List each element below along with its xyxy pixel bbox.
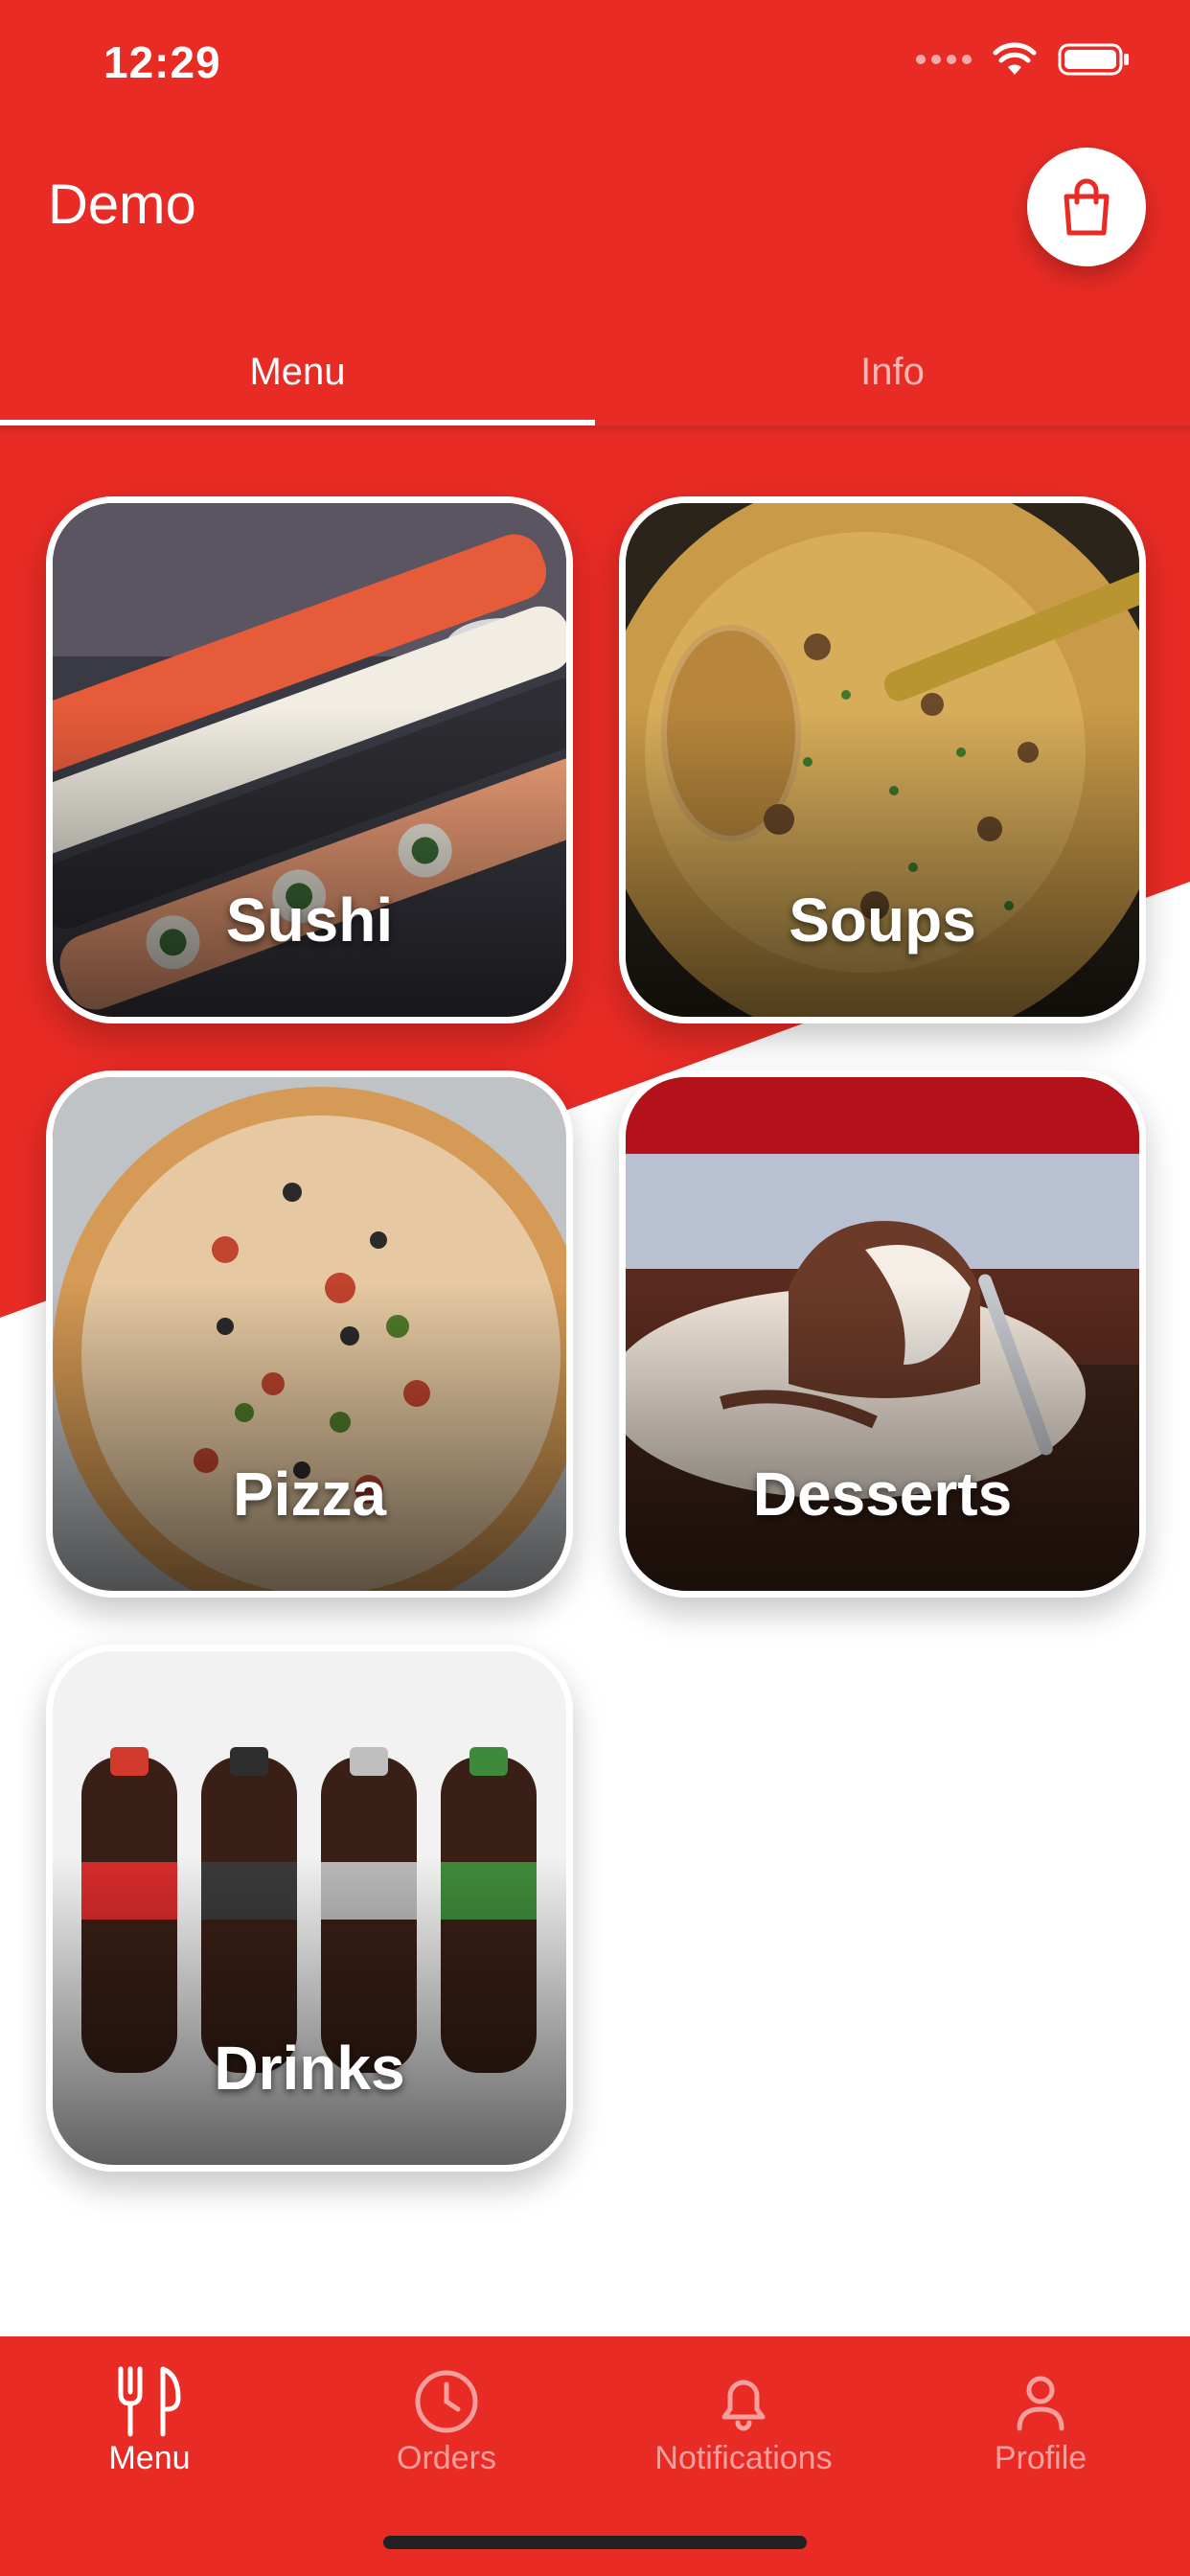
category-label-drinks: Drinks [214, 2034, 405, 2103]
image-shade [53, 1856, 566, 2165]
top-tabs: Menu Info [0, 318, 1190, 426]
cart-button[interactable] [1027, 148, 1146, 266]
nav-label-menu: Menu [108, 2440, 191, 2476]
category-label-desserts: Desserts [752, 1460, 1013, 1529]
home-indicator [383, 2536, 807, 2549]
nav-item-orders[interactable]: Orders [303, 2363, 590, 2497]
status-time: 12:29 [103, 37, 221, 87]
category-label-soups: Soups [789, 886, 976, 954]
page-title: Demo [48, 173, 196, 236]
bell-icon [709, 2363, 778, 2440]
status-bar: 12:29 [0, 0, 1190, 125]
category-label-sushi: Sushi [225, 886, 394, 954]
nav-label-profile: Profile [994, 2440, 1087, 2476]
tabs-shadow [0, 426, 1190, 435]
category-card-sushi[interactable]: Sushi [46, 496, 573, 1024]
clock-icon [412, 2363, 481, 2440]
status-icons [916, 42, 1131, 77]
category-card-drinks[interactable]: Drinks [46, 1644, 573, 2172]
nav-item-notifications[interactable]: Notifications [600, 2363, 887, 2497]
fork-knife-icon [111, 2363, 188, 2440]
category-card-desserts[interactable]: Desserts [619, 1070, 1146, 1598]
nav-item-menu[interactable]: Menu [6, 2363, 293, 2497]
category-card-soups[interactable]: Soups [619, 496, 1146, 1024]
image-shade [626, 708, 1139, 1017]
nav-label-notifications: Notifications [654, 2440, 833, 2476]
tab-menu[interactable]: Menu [0, 318, 595, 426]
tab-info[interactable]: Info [595, 318, 1190, 426]
category-card-pizza[interactable]: Pizza [46, 1070, 573, 1598]
nav-label-orders: Orders [397, 2440, 496, 2476]
image-shade [53, 708, 566, 1017]
signal-icon [916, 55, 972, 64]
image-shade [626, 1282, 1139, 1591]
shopping-bag-icon [1064, 178, 1110, 236]
user-icon [1006, 2363, 1075, 2440]
battery-icon [1058, 43, 1129, 76]
image-shade [53, 1282, 566, 1591]
nav-item-profile[interactable]: Profile [897, 2363, 1184, 2497]
wifi-icon [993, 42, 1037, 75]
category-label-pizza: Pizza [232, 1460, 387, 1529]
